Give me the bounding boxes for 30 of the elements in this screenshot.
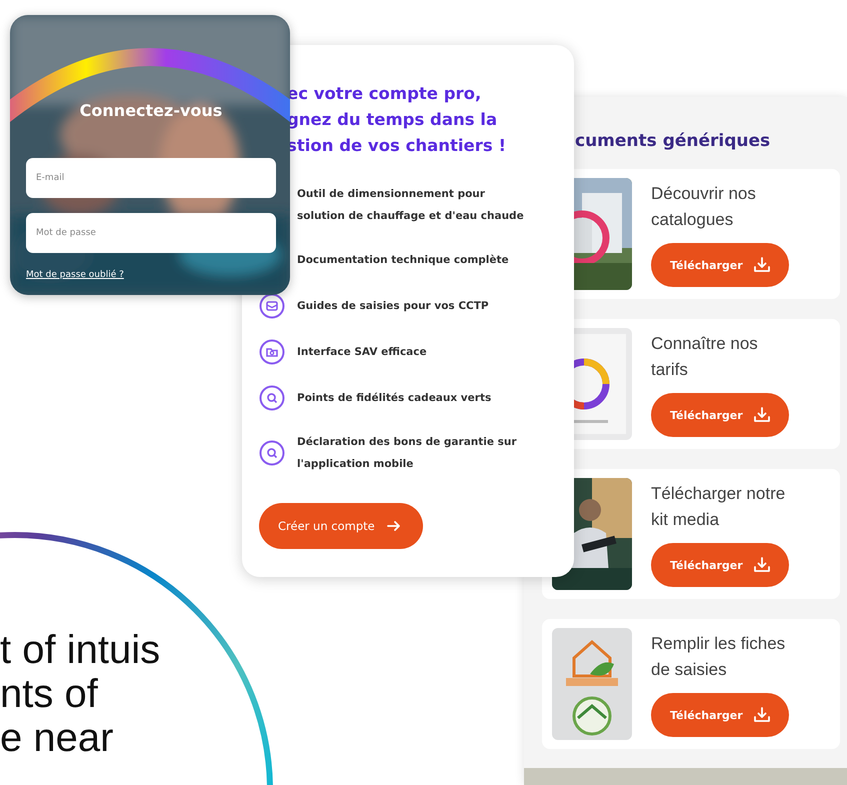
document-title: Découvrir nos catalogues [651,183,757,231]
feature-text: Points de fidélités cadeaux verts [297,391,492,406]
login-title: Connectez-vous [80,101,222,120]
panel-title: cuments génériques [575,131,772,151]
mail-icon [259,293,285,319]
download-icon [752,406,771,424]
document-title: Connaître nos tarifs [651,333,759,381]
feature-text: Documentation technique complète [297,253,509,268]
banner-text: t of intuis nts of e near [0,628,160,760]
document-title: Télécharger notre kit media [651,483,786,531]
download-icon [752,706,771,724]
feature-text: Outil de dimensionnement pour solution de chauffage et d'eau chaude [297,187,524,224]
document-title: Remplir les fiches de saisies [651,633,786,681]
search-icon [259,385,285,411]
download-button[interactable]: Télécharger [651,543,789,587]
feature-text: Guides de saisies pour vos CCTP [297,299,489,314]
download-button[interactable]: Télécharger [651,243,789,287]
folder-icon [259,339,285,365]
forgot-password-link[interactable]: Mot de passe oublié ? [26,270,124,280]
feature-text: Interface SAV efficace [297,345,427,360]
download-button[interactable]: Télécharger [651,393,789,437]
input-field[interactable]: E-mail [26,158,276,198]
download-button[interactable]: Télécharger [651,693,789,737]
feature-text: Déclaration des bons de garantie sur l'application mobile [297,435,517,472]
create-account-button[interactable]: Créer un compte [259,503,423,549]
download-icon [752,256,771,274]
input-field[interactable]: Mot de passe [26,213,276,253]
search-icon [259,440,285,466]
arrow-icon [386,519,401,533]
download-icon [752,556,771,574]
